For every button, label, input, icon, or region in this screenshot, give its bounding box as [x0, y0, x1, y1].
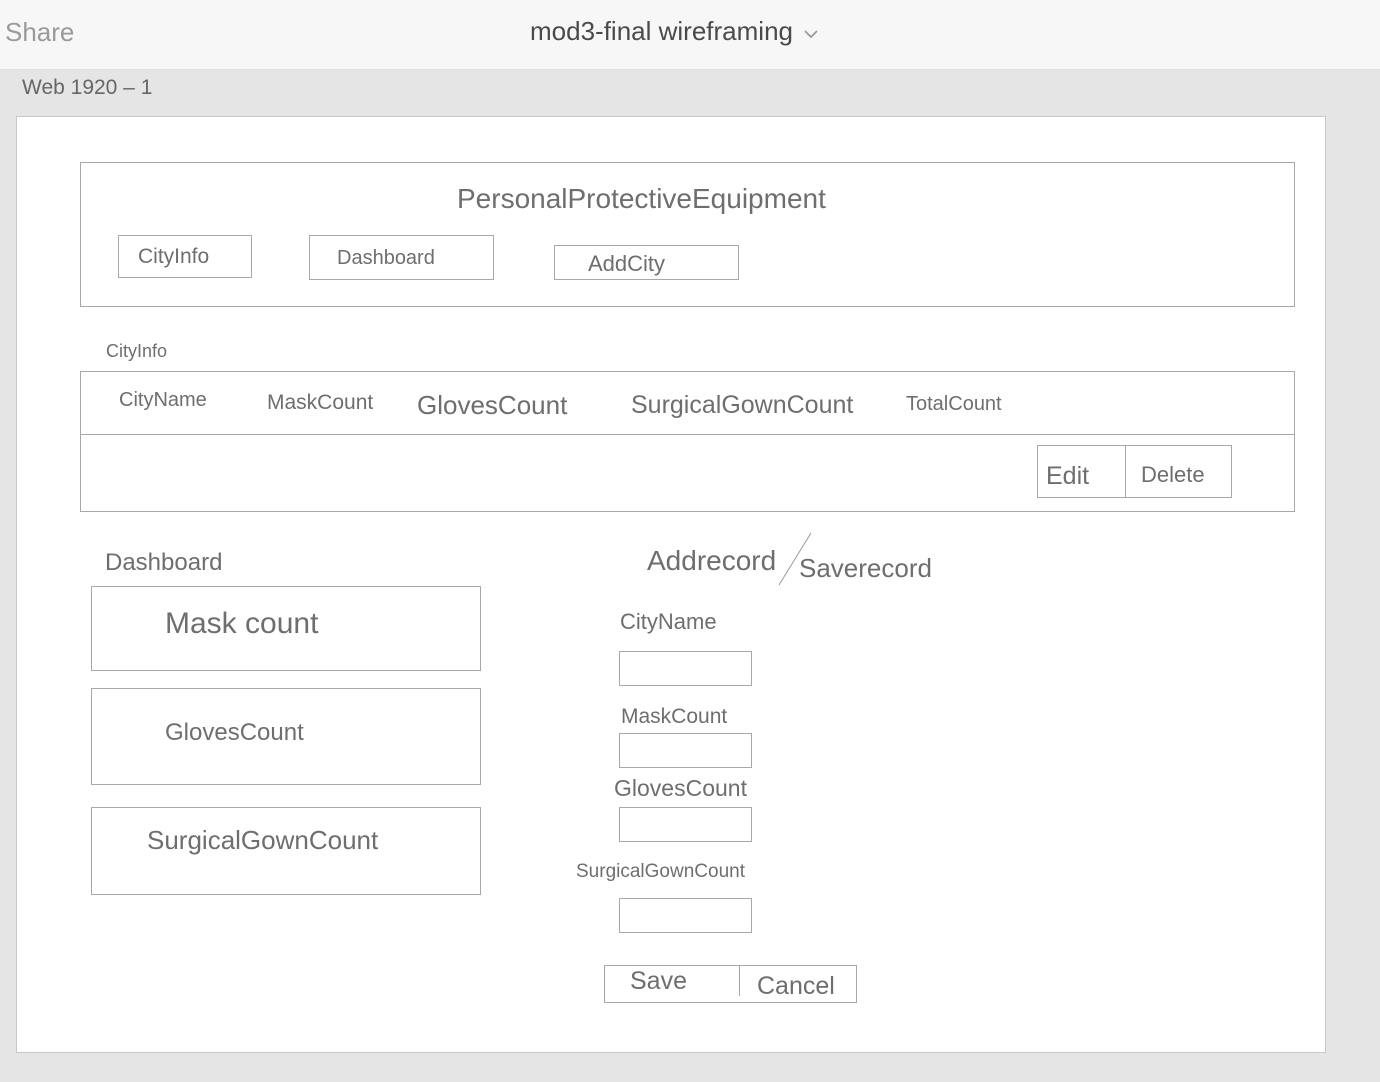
save-label: Save — [630, 967, 687, 995]
cityinfo-table: CityName MaskCount GlovesCount SurgicalG… — [80, 371, 1295, 512]
delete-label: Delete — [1141, 462, 1205, 487]
cancel-button[interactable]: Cancel — [740, 966, 856, 1002]
share-button[interactable]: Share — [5, 17, 74, 48]
column-header-glovescount: GlovesCount — [417, 390, 568, 420]
app-title: PersonalProtectiveEquipment — [457, 183, 826, 214]
table-header-row: CityName MaskCount GlovesCount SurgicalG… — [81, 372, 1294, 435]
nav-addcity-label: AddCity — [588, 251, 666, 276]
field-label-cityname: CityName — [620, 609, 717, 634]
edit-button[interactable]: Edit — [1037, 445, 1126, 498]
dashboard-card-surgicalgown-label: SurgicalGownCount — [147, 825, 379, 855]
app-header: PersonalProtectiveEquipment CityInfo Das… — [80, 162, 1295, 307]
column-header-cityname: CityName — [119, 389, 207, 411]
cityname-input[interactable] — [619, 651, 752, 686]
artboard-name[interactable]: Web 1920 – 1 — [22, 76, 152, 100]
form-title-add: Addrecord — [647, 545, 777, 576]
document-title-dropdown[interactable]: mod3-final wireframing — [530, 16, 819, 47]
document-title: mod3-final wireframing — [530, 16, 793, 46]
edit-label: Edit — [1046, 462, 1090, 490]
cancel-label: Cancel — [757, 972, 835, 1000]
surgicalgowncount-input[interactable] — [619, 898, 752, 933]
glovescount-input[interactable] — [619, 807, 752, 842]
dashboard-card-gloves: GlovesCount — [91, 688, 481, 785]
column-header-totalcount: TotalCount — [906, 393, 1002, 415]
app-toolbar: Share mod3-final wireframing — [0, 0, 1380, 70]
form-action-group: Save Cancel — [604, 965, 857, 1003]
artboard: PersonalProtectiveEquipment CityInfo Das… — [16, 116, 1326, 1053]
field-label-surgicalgowncount: SurgicalGownCount — [576, 861, 745, 882]
column-header-maskcount: MaskCount — [267, 391, 374, 414]
table-row: Edit Delete — [81, 435, 1294, 511]
field-label-maskcount: MaskCount — [621, 705, 728, 728]
nav-cityinfo-label: CityInfo — [138, 245, 210, 268]
nav-addcity-button[interactable]: AddCity — [554, 245, 739, 280]
nav-dashboard-label: Dashboard — [337, 247, 435, 269]
nav-dashboard-button[interactable]: Dashboard — [309, 235, 494, 280]
delete-button[interactable]: Delete — [1125, 445, 1232, 498]
cityinfo-section-label: CityInfo — [106, 341, 168, 361]
maskcount-input[interactable] — [619, 733, 752, 768]
dashboard-card-mask: Mask count — [91, 586, 481, 671]
dashboard-section-label: Dashboard — [105, 549, 223, 576]
dashboard-card-gloves-label: GlovesCount — [165, 719, 304, 746]
dashboard-card-mask-label: Mask count — [165, 607, 319, 640]
nav-cityinfo-button[interactable]: CityInfo — [118, 235, 252, 278]
chevron-down-icon — [804, 29, 818, 38]
column-header-surgicalgowncount: SurgicalGownCount — [631, 391, 854, 419]
field-label-glovescount: GlovesCount — [614, 775, 747, 801]
save-button[interactable]: Save — [605, 966, 739, 1002]
form-title-save: Saverecord — [799, 553, 932, 583]
dashboard-card-surgicalgown: SurgicalGownCount — [91, 807, 481, 895]
